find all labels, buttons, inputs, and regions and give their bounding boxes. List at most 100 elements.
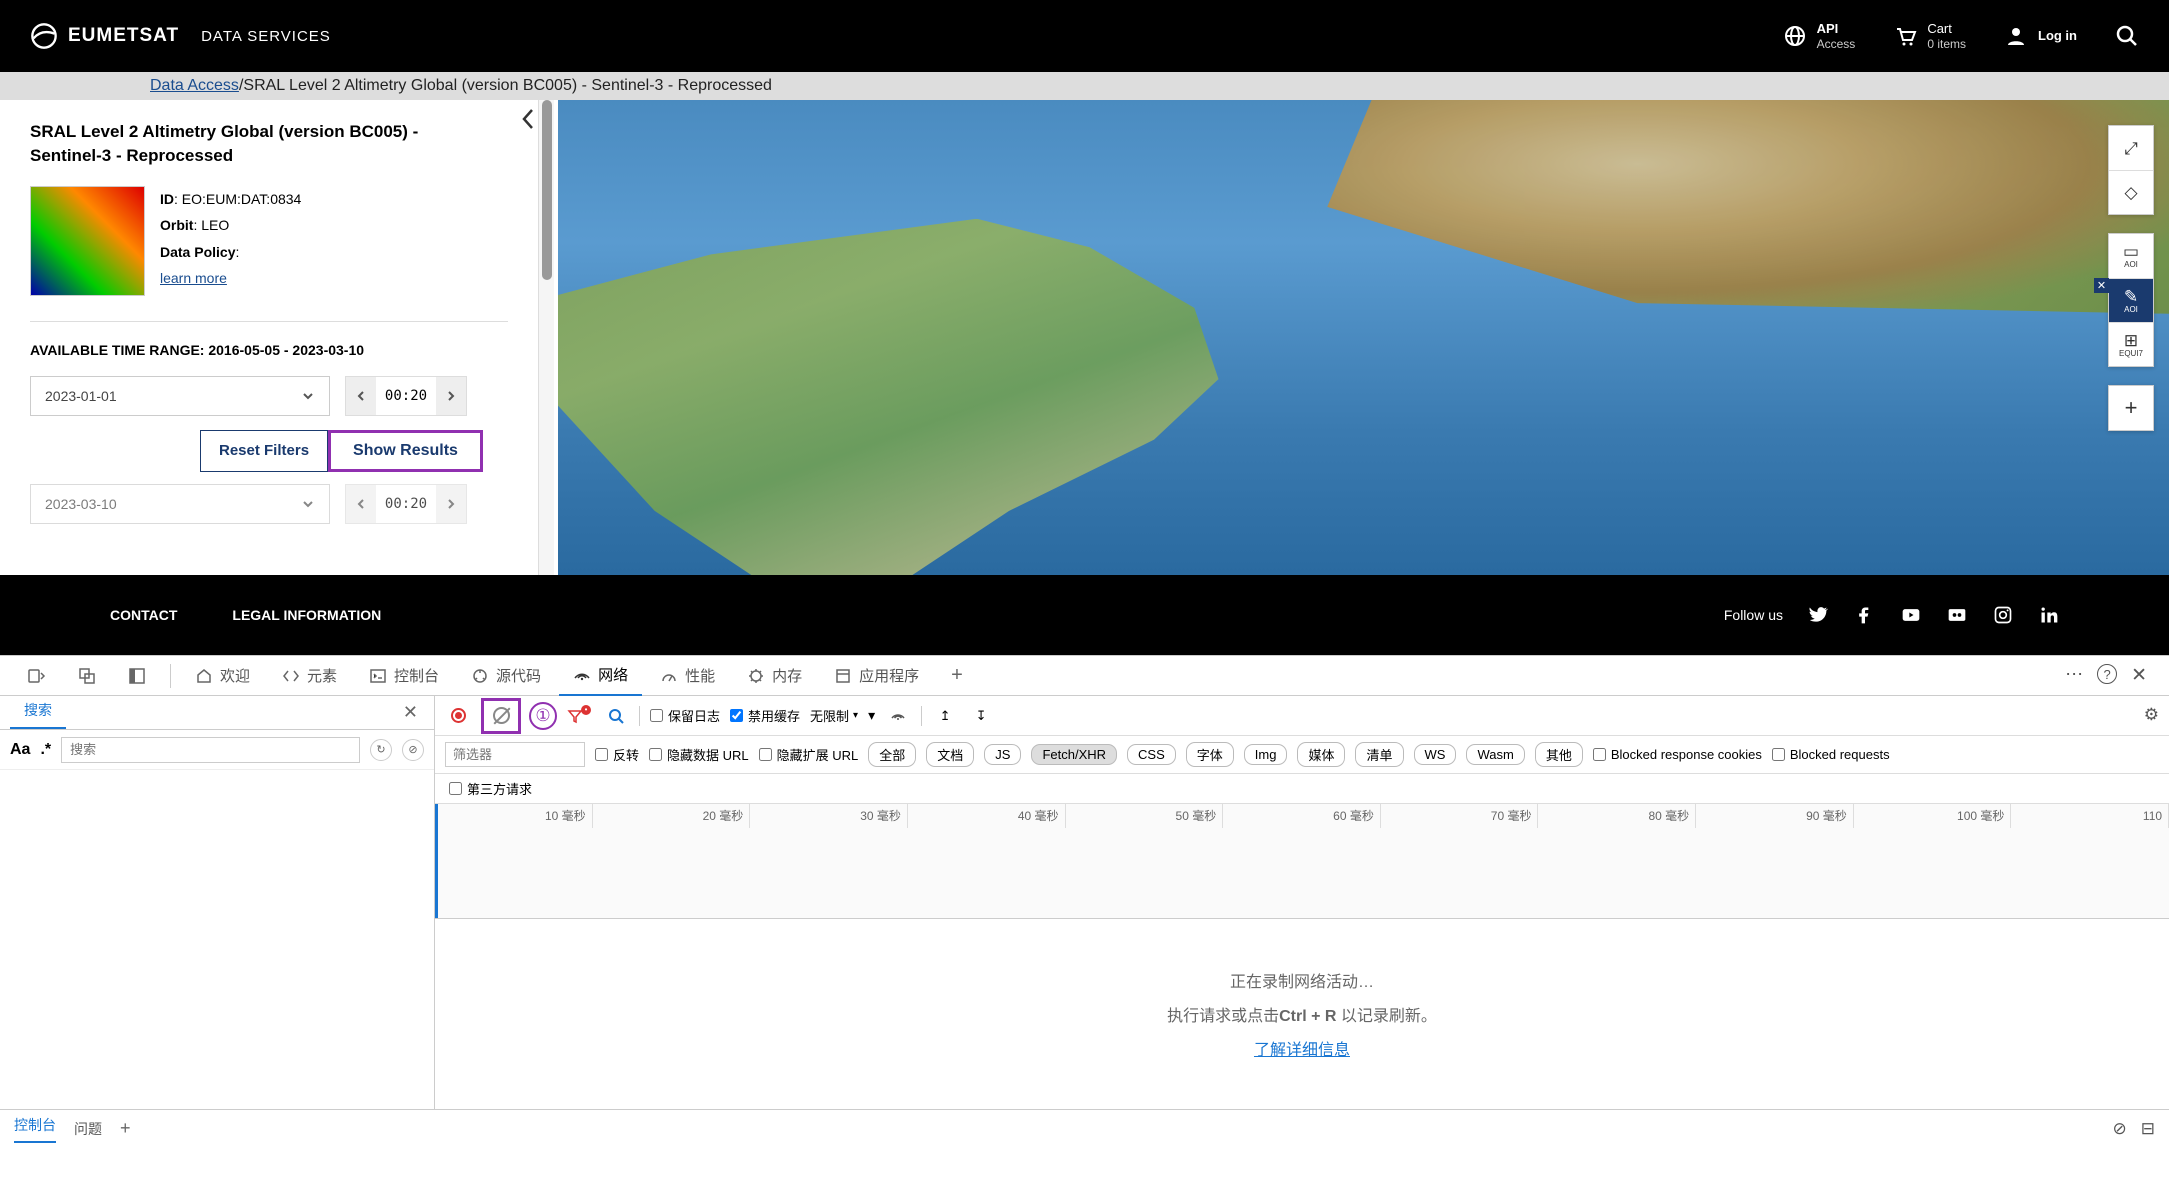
devtools-search-input[interactable]	[61, 737, 360, 763]
timeline-tick: 60 毫秒	[1223, 804, 1381, 828]
regex-toggle[interactable]: .*	[40, 741, 51, 759]
drawer-collapse-icon[interactable]: ⊟	[2141, 1119, 2155, 1139]
tab-application[interactable]: 应用程序	[820, 656, 933, 696]
network-settings-icon[interactable]: ⚙	[2144, 705, 2159, 725]
filter-js[interactable]: JS	[984, 744, 1021, 765]
tab-network[interactable]: 网络	[559, 656, 642, 696]
sidebar-scrollbar[interactable]	[538, 100, 554, 575]
time-prev-button[interactable]	[346, 485, 376, 523]
throttling-select[interactable]: 无限制 ▾	[810, 706, 858, 725]
time-next-button[interactable]	[436, 485, 466, 523]
map-tool-zoom-in[interactable]: +	[2109, 386, 2153, 430]
download-har-icon[interactable]: ↧	[968, 703, 994, 729]
invert-checkbox[interactable]: 反转	[595, 745, 639, 764]
filter-media[interactable]: 媒体	[1297, 742, 1345, 767]
flickr-icon[interactable]	[1947, 605, 1967, 625]
map-viewport[interactable]: ⤢ ◇ ▭AOI ✕✎AOI ⊞EQUI7 +	[558, 100, 2169, 575]
disable-cache-checkbox[interactable]: 禁用缓存	[730, 706, 800, 725]
filter-css[interactable]: CSS	[1127, 744, 1176, 765]
more-icon[interactable]: ⋯	[2065, 664, 2083, 687]
timeline-tick: 40 毫秒	[908, 804, 1066, 828]
case-sensitive-toggle[interactable]: Aa	[10, 741, 30, 759]
date-to-input[interactable]: 2023-03-10	[30, 484, 330, 524]
third-party-checkbox[interactable]: 第三方请求	[449, 779, 2155, 798]
learn-more-devtools-link[interactable]: 了解详细信息	[1254, 1036, 1350, 1060]
filter-other[interactable]: 其他	[1535, 742, 1583, 767]
search-toggle[interactable]	[603, 703, 629, 729]
blocked-requests-checkbox[interactable]: Blocked requests	[1772, 747, 1890, 762]
map-tool-measure[interactable]: ⤢	[2109, 126, 2153, 170]
login-link[interactable]: Log in	[2004, 24, 2077, 48]
time-prev-button[interactable]	[346, 377, 376, 415]
learn-more-link[interactable]: learn more	[160, 270, 227, 286]
map-tool-aoi-poly[interactable]: ✕✎AOI	[2109, 278, 2153, 322]
close-icon[interactable]: ✕	[2094, 278, 2109, 293]
date-from-input[interactable]: 2023-01-01	[30, 376, 330, 416]
collapse-sidebar-button[interactable]	[518, 104, 538, 139]
brand-name: EUMETSAT	[68, 25, 179, 47]
drawer-console-tab[interactable]: 控制台	[14, 1115, 56, 1143]
map-tool-equi7[interactable]: ⊞EQUI7	[2109, 322, 2153, 366]
filter-ws[interactable]: WS	[1414, 744, 1457, 765]
drawer-issues-tab[interactable]: 问题	[74, 1119, 102, 1139]
time-to-stepper: 00:20	[345, 484, 467, 524]
instagram-icon[interactable]	[1993, 605, 2013, 625]
devtools-device-toggle[interactable]	[14, 656, 60, 696]
api-access-link[interactable]: APIAccess	[1783, 21, 1856, 51]
youtube-icon[interactable]	[1901, 605, 1921, 625]
network-conditions-icon[interactable]	[885, 703, 911, 729]
facebook-icon[interactable]	[1855, 605, 1875, 625]
devtools-panel: 欢迎 元素 控制台 源代码 网络 性能 内存 应用程序 + ⋯ ? ✕ 搜索 ✕…	[0, 655, 2169, 1147]
map-tool-aoi-rect[interactable]: ▭AOI	[2109, 234, 2153, 278]
hide-ext-url-checkbox[interactable]: 隐藏扩展 URL	[759, 745, 859, 764]
reset-filters-button[interactable]: Reset Filters	[200, 430, 328, 472]
service-name: DATA SERVICES	[201, 28, 331, 45]
help-icon[interactable]: ?	[2097, 664, 2117, 684]
blocked-cookies-checkbox[interactable]: Blocked response cookies	[1593, 747, 1762, 762]
footer-contact-link[interactable]: CONTACT	[110, 607, 177, 623]
tab-elements[interactable]: 元素	[268, 656, 351, 696]
linkedin-icon[interactable]	[2039, 605, 2059, 625]
filter-wasm[interactable]: Wasm	[1466, 744, 1524, 765]
preserve-log-checkbox[interactable]: 保留日志	[650, 706, 720, 725]
breadcrumb-root[interactable]: Data Access	[150, 77, 239, 95]
devtools-dock-toggle[interactable]	[114, 656, 160, 696]
search-icon[interactable]	[2115, 24, 2139, 48]
clear-search-icon[interactable]: ⊘	[402, 739, 424, 761]
filter-doc[interactable]: 文档	[926, 742, 974, 767]
network-timeline[interactable]: 10 毫秒20 毫秒30 毫秒40 毫秒50 毫秒60 毫秒70 毫秒80 毫秒…	[435, 804, 2169, 919]
filter-text-input[interactable]	[445, 742, 585, 767]
breadcrumb: Data Access / SRAL Level 2 Altimetry Glo…	[0, 72, 2169, 100]
filter-manifest[interactable]: 清单	[1355, 742, 1403, 767]
tab-sources[interactable]: 源代码	[457, 656, 555, 696]
time-next-button[interactable]	[436, 377, 466, 415]
twitter-icon[interactable]	[1809, 605, 1829, 625]
close-search-panel[interactable]: ✕	[397, 702, 424, 729]
tab-console[interactable]: 控制台	[355, 656, 453, 696]
hide-data-url-checkbox[interactable]: 隐藏数据 URL	[649, 745, 749, 764]
show-results-button[interactable]: Show Results	[328, 430, 483, 472]
tab-memory[interactable]: 内存	[733, 656, 816, 696]
tab-add[interactable]: +	[937, 656, 977, 696]
filter-font[interactable]: 字体	[1186, 742, 1234, 767]
record-button[interactable]	[445, 703, 471, 729]
timeline-tick: 90 毫秒	[1696, 804, 1854, 828]
tab-performance[interactable]: 性能	[646, 656, 729, 696]
footer-legal-link[interactable]: LEGAL INFORMATION	[232, 607, 381, 623]
drawer-add-tab[interactable]: +	[120, 1118, 131, 1139]
devtools-inspect-toggle[interactable]	[64, 656, 110, 696]
search-panel-tab[interactable]: 搜索	[10, 693, 66, 729]
filter-all[interactable]: 全部	[868, 742, 916, 767]
filter-fetch-xhr[interactable]: Fetch/XHR	[1031, 744, 1117, 765]
brand-logo[interactable]: EUMETSAT DATA SERVICES	[30, 22, 331, 50]
refresh-icon[interactable]: ↻	[370, 739, 392, 761]
drawer-errors-icon[interactable]: ⊘	[2113, 1119, 2127, 1139]
upload-har-icon[interactable]: ↥	[932, 703, 958, 729]
filter-img[interactable]: Img	[1244, 744, 1288, 765]
cart-link[interactable]: Cart0 items	[1893, 21, 1966, 51]
clear-network-button[interactable]	[481, 698, 521, 734]
filter-toggle[interactable]: •	[567, 703, 593, 729]
map-tool-layers[interactable]: ◇	[2109, 170, 2153, 214]
close-devtools-icon[interactable]: ✕	[2131, 664, 2147, 687]
tab-welcome[interactable]: 欢迎	[181, 656, 264, 696]
